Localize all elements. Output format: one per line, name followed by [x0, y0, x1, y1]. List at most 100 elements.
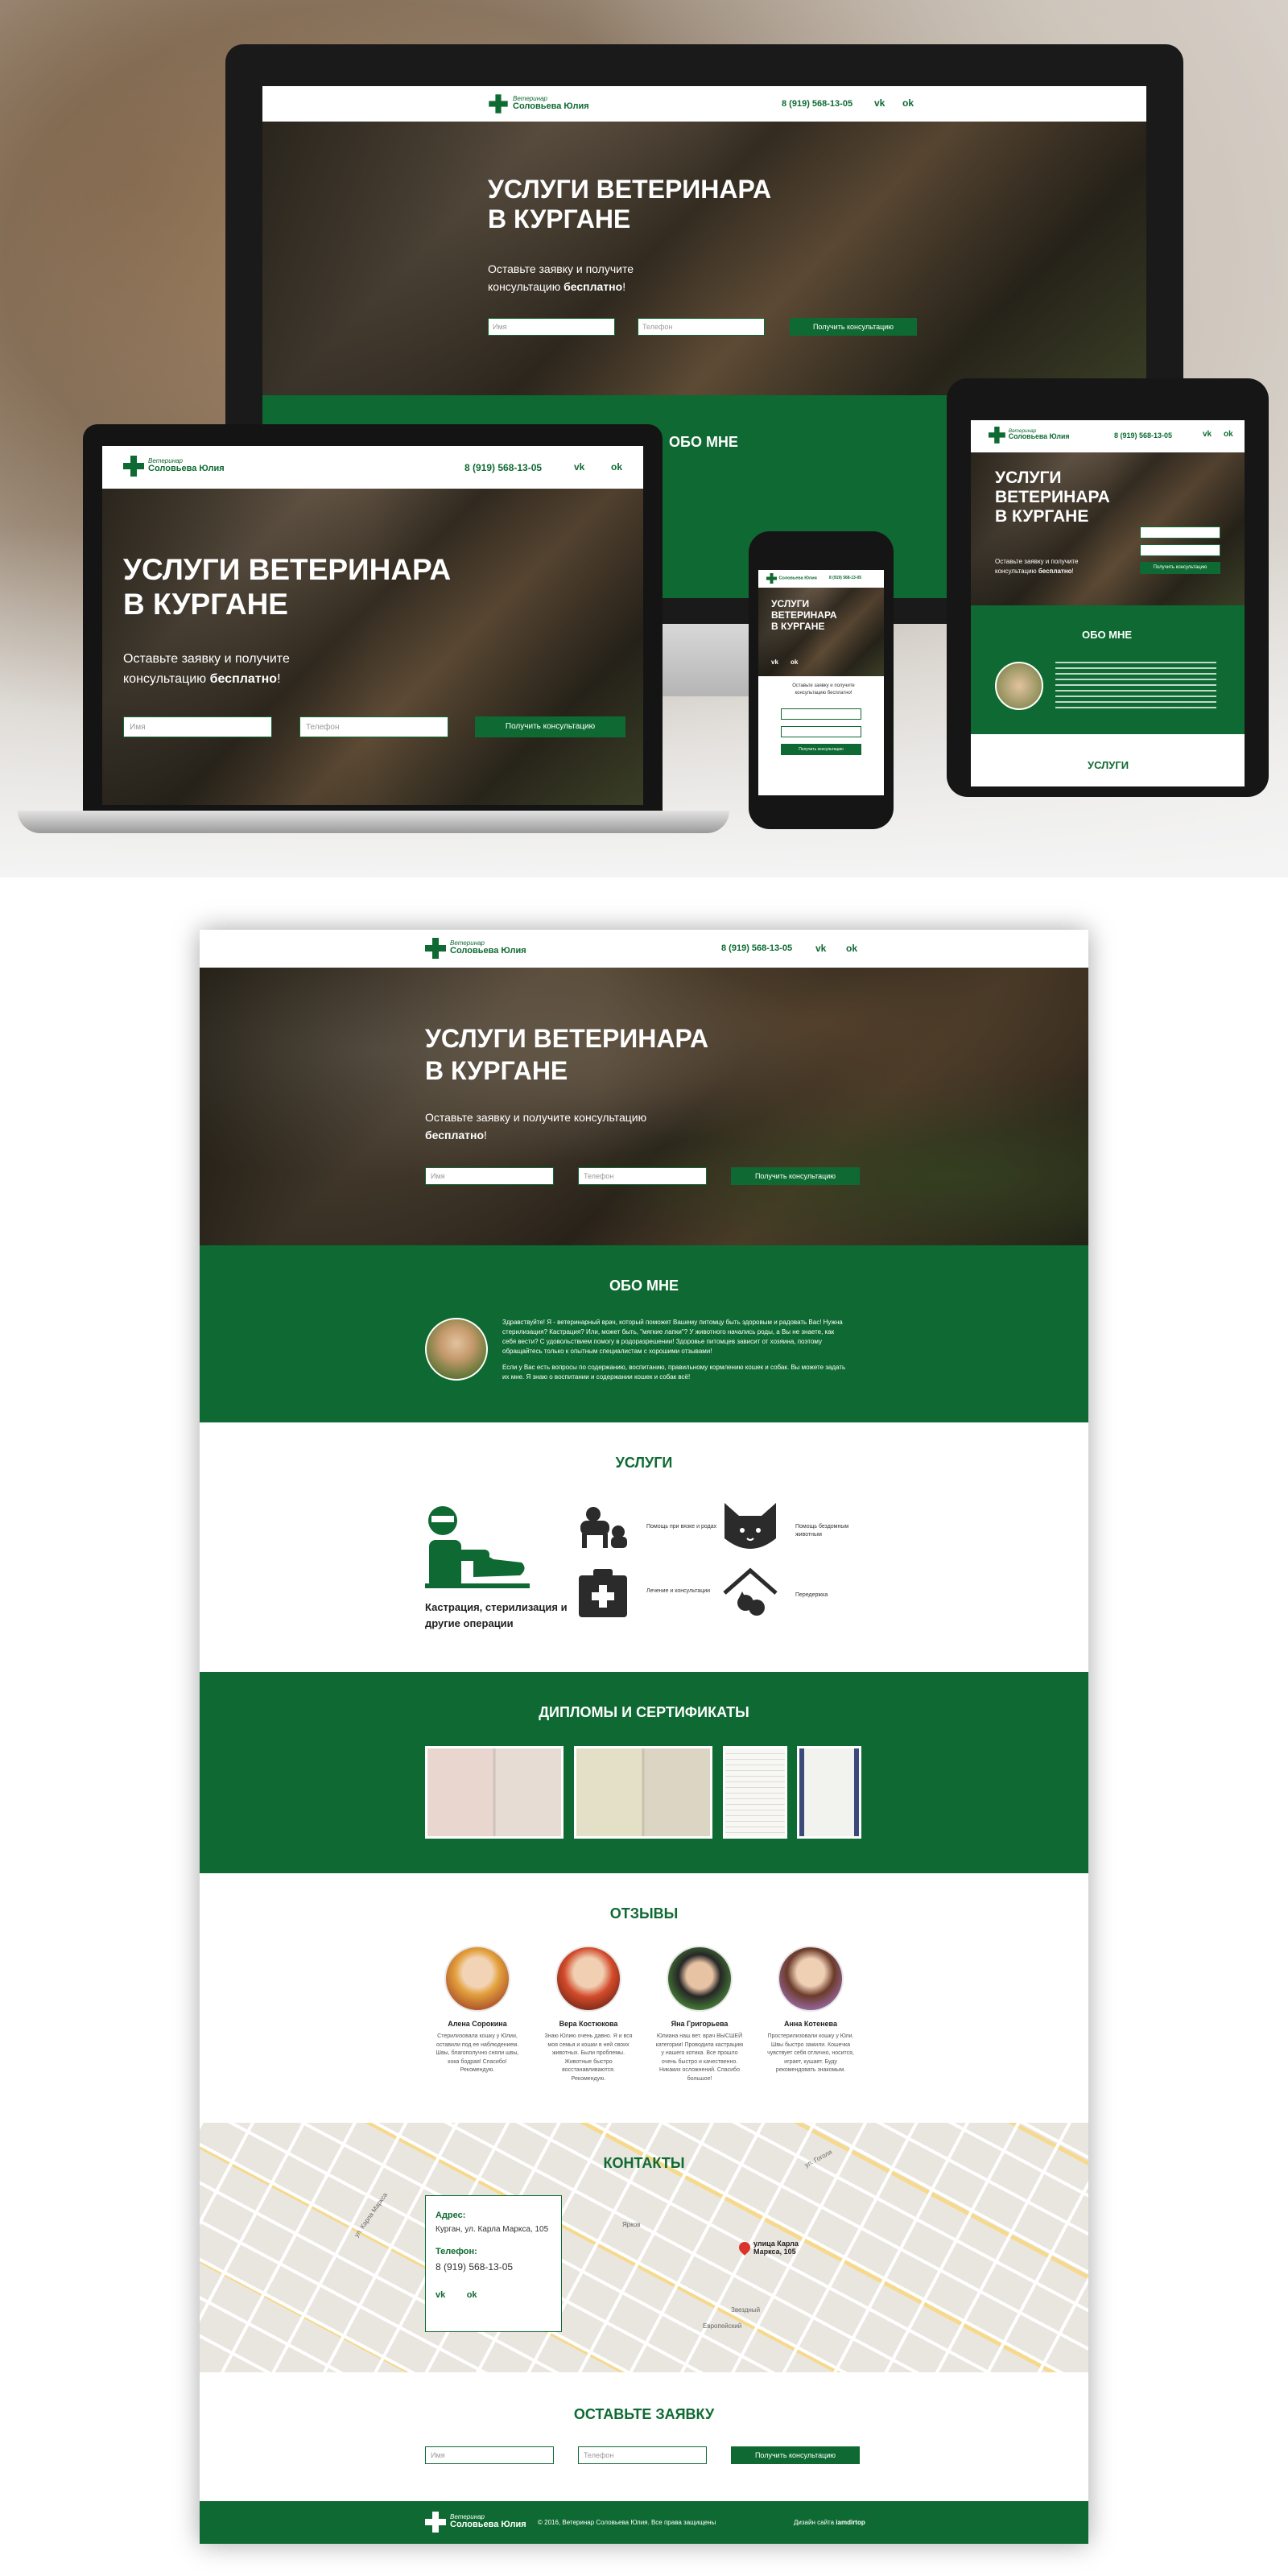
- about-text: Здравствуйте! Я - ветеринарный врач, кот…: [502, 1319, 846, 1381]
- odnoklassniki-icon[interactable]: ok: [467, 2290, 477, 2300]
- request-title: ОСТАВЬТЕ ЗАЯВКУ: [573, 2406, 715, 2422]
- certificate-image-2[interactable]: [797, 1746, 861, 1839]
- hero-section: УСЛУГИ ВЕТЕРИНАРА В КУРГАНЕ Оставьте зая…: [200, 968, 1088, 1245]
- review-card: Яна Григорьева Юлиана наш вет. врач ВЫСШ…: [655, 1946, 744, 2083]
- phone-name-input[interactable]: [781, 708, 861, 720]
- vk-icon[interactable]: vk: [574, 461, 584, 473]
- vk-icon[interactable]: vk: [436, 2290, 445, 2300]
- map-pin-icon[interactable]: [737, 2240, 753, 2256]
- vk-icon[interactable]: vk: [771, 658, 778, 666]
- desktop-phone[interactable]: 8 (919) 568-13-05: [782, 99, 852, 109]
- copyright: © 2016, Ветеринар Соловьева Юлия. Все пр…: [538, 2519, 716, 2526]
- tablet-about-avatar: [995, 662, 1043, 710]
- odnoklassniki-icon[interactable]: ok: [611, 461, 622, 473]
- desktop-header: Ветеринар Соловьева Юлия 8 (919) 568-13-…: [262, 86, 1146, 122]
- tablet-phone-input[interactable]: [1140, 544, 1220, 556]
- tablet: Ветеринар Соловьева Юлия 8 (919) 568-13-…: [947, 378, 1269, 797]
- certificate-image-1[interactable]: [723, 1746, 787, 1839]
- odnoklassniki-icon[interactable]: ok: [791, 658, 798, 666]
- full-page-preview: Ветеринар Соловьева Юлия 8 (919) 568-13-…: [200, 930, 1088, 2544]
- responsive-mockups: Ветеринар Соловьева Юлия 8 (919) 568-13-…: [0, 0, 1288, 877]
- reviews-section: ОТЗЫВЫ Алена Сорокина Стерилизовала кошк…: [200, 1873, 1088, 2123]
- contacts-title: КОНТАКТЫ: [603, 2155, 685, 2171]
- laptop-phone[interactable]: 8 (919) 568-13-05: [464, 462, 542, 473]
- vk-icon[interactable]: vk: [815, 943, 826, 954]
- review-card: Анна Котенева Простерилизовали кошку у Ю…: [766, 1946, 855, 2075]
- phone-phone[interactable]: 8 (919) 568-13-05: [829, 576, 861, 580]
- about-section: ОБО МНЕ Здравствуйте! Я - ветеринарный в…: [200, 1245, 1088, 1422]
- request-phone-input[interactable]: Телефон: [578, 2446, 707, 2464]
- design-author-link[interactable]: iamdirtop: [836, 2519, 865, 2526]
- diplomas-section: ДИПЛОМЫ И СЕРТИФИКАТЫ: [200, 1672, 1088, 1873]
- odnoklassniki-icon[interactable]: ok: [902, 97, 914, 109]
- reviews-title: ОТЗЫВЫ: [609, 1905, 679, 1922]
- cat-face-icon: [724, 1503, 776, 1549]
- desktop-name-input[interactable]: Имя: [488, 318, 615, 336]
- review-card: Алена Сорокина Стерилизовала кошку у Юли…: [433, 1946, 522, 2075]
- service-label-breeding: Помощь при вязке и родах: [646, 1524, 717, 1530]
- laptop-logo: Ветеринар Соловьева Юлия: [123, 456, 225, 477]
- hero-subtitle: Оставьте заявку и получите консультацию …: [425, 1111, 647, 1142]
- contact-card: Адрес: Курган, ул. Карла Маркса, 105 Тел…: [425, 2195, 562, 2332]
- tablet-hero: УСЛУГИ ВЕТЕРИНАРА В КУРГАНЕ Оставьте зая…: [971, 452, 1245, 605]
- smartphone-screen: Соловьева Юлия 8 (919) 568-13-05 УСЛУГИ …: [758, 570, 884, 795]
- laptop-hero: УСЛУГИ ВЕТЕРИНАРА В КУРГАНЕ Оставьте зая…: [102, 489, 643, 805]
- desktop-submit-button[interactable]: Получить консультацию: [790, 318, 917, 336]
- hero-name-input[interactable]: Имя: [425, 1167, 554, 1185]
- diploma-image-2[interactable]: [574, 1746, 712, 1839]
- desktop-logo: Ветеринар Соловьева Юлия: [488, 93, 589, 114]
- tablet-phone[interactable]: 8 (919) 568-13-05: [1114, 431, 1172, 440]
- header-phone[interactable]: 8 (919) 568-13-05: [721, 943, 792, 953]
- diplomas-title: ДИПЛОМЫ И СЕРТИФИКАТЫ: [539, 1704, 749, 1720]
- vet-cross-icon: [989, 427, 1005, 444]
- service-main-label: Кастрация, стерилизация и другие операци…: [425, 1601, 568, 1629]
- vet-cross-icon: [425, 938, 446, 959]
- odnoklassniki-icon[interactable]: ok: [846, 943, 857, 954]
- desktop-phone-input[interactable]: Телефон: [638, 318, 765, 336]
- laptop-name-input[interactable]: Имя: [123, 716, 272, 737]
- vet-cross-icon: [489, 94, 508, 114]
- tablet-about: ОБО МНЕ: [971, 605, 1245, 734]
- site-header: Ветеринар Соловьева Юлия 8 (919) 568-13-…: [200, 930, 1088, 968]
- phone-submit-button[interactable]: Получить консультацию: [781, 744, 861, 755]
- map-pin-label: улица Карла Маркса, 105: [753, 2240, 799, 2256]
- vet-cross-icon: [123, 456, 144, 477]
- design-credit: Дизайн сайта iamdirtop: [794, 2519, 865, 2526]
- vk-icon[interactable]: vk: [1203, 430, 1212, 439]
- request-section: ОСТАВЬТЕ ЗАЯВКУ Имя Телефон Получить кон…: [200, 2372, 1088, 2501]
- contacts-map[interactable]: КОНТАКТЫ Адрес: Курган, ул. Карла Маркса…: [200, 2123, 1088, 2372]
- laptop-base: [18, 811, 729, 833]
- smartphone: Соловьева Юлия 8 (919) 568-13-05 УСЛУГИ …: [749, 531, 894, 829]
- tablet-submit-button[interactable]: Получить консультацию: [1140, 562, 1220, 574]
- hero-submit-button[interactable]: Получить консультацию: [731, 1167, 860, 1185]
- contact-phone[interactable]: 8 (919) 568-13-05: [436, 2261, 551, 2273]
- phone-phone-input[interactable]: [781, 726, 861, 737]
- laptop-submit-button[interactable]: Получить консультацию: [475, 716, 625, 737]
- site-logo[interactable]: Ветеринар Соловьева Юлия: [425, 938, 526, 959]
- vet-cross-icon: [425, 2512, 446, 2533]
- service-label-homeless: Помощь бездомным животным: [795, 1524, 849, 1538]
- hero-phone-input[interactable]: Телефон: [578, 1167, 707, 1185]
- tablet-logo: Ветеринар Соловьева Юлия: [989, 427, 1070, 444]
- review-card: Вера Костюкова Знаю Юлию очень давно. Я …: [544, 1946, 633, 2083]
- laptop-phone-input[interactable]: Телефон: [299, 716, 448, 737]
- review-avatar: [778, 1946, 844, 2012]
- service-label-treatment: Лечение и консультации: [646, 1588, 711, 1594]
- diploma-image-1[interactable]: [425, 1746, 564, 1839]
- review-avatar: [444, 1946, 510, 2012]
- pet-house-icon: [723, 1567, 778, 1616]
- odnoklassniki-icon[interactable]: ok: [1224, 430, 1233, 439]
- address-value: Курган, ул. Карла Маркса, 105: [436, 2225, 549, 2234]
- doctor-avatar: [425, 1318, 488, 1381]
- review-avatar: [667, 1946, 733, 2012]
- medical-kit-icon: [579, 1569, 627, 1617]
- dogs-icon: [580, 1507, 627, 1548]
- surgery-icon: [425, 1506, 530, 1588]
- request-name-input[interactable]: Имя: [425, 2446, 554, 2464]
- vk-icon[interactable]: vk: [874, 97, 885, 109]
- laptop-screen: Ветеринар Соловьева Юлия 8 (919) 568-13-…: [102, 446, 643, 805]
- phone-hero: УСЛУГИ ВЕТЕРИНАРА В КУРГАНЕ vk ok: [758, 588, 884, 676]
- request-submit-button[interactable]: Получить консультацию: [731, 2446, 860, 2464]
- tablet-name-input[interactable]: [1140, 526, 1220, 539]
- laptop: Ветеринар Соловьева Юлия 8 (919) 568-13-…: [83, 424, 663, 811]
